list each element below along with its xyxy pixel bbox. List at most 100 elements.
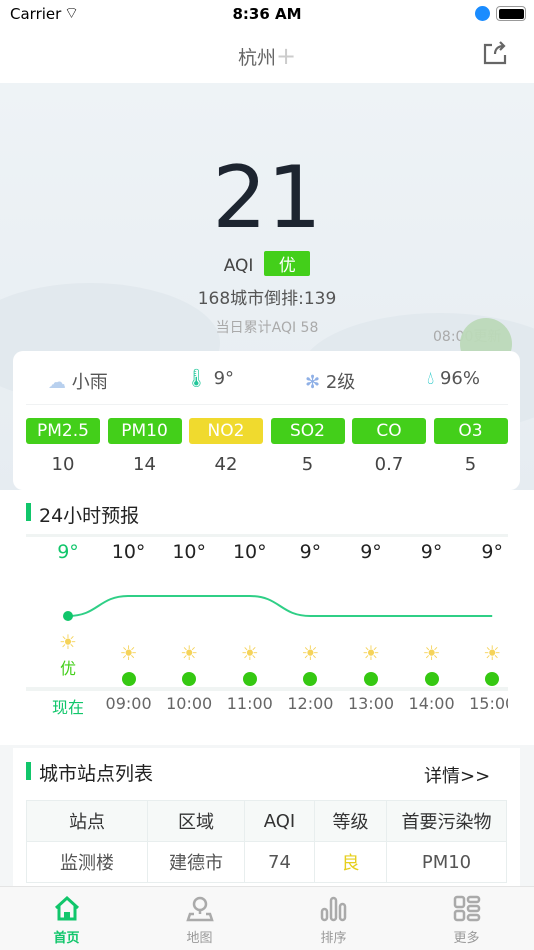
station-list-card: 城市站点列表 详情>> 站点 区域 AQI 等级 首要污染物 监测楼 建德市 7… xyxy=(13,748,520,888)
grid-icon xyxy=(453,895,480,922)
pollutant-value: 5 xyxy=(464,454,477,475)
aqi-level-row: AQI 优 xyxy=(0,251,534,276)
city-selector[interactable]: 杭州+ xyxy=(0,42,534,70)
droplet-icon: 💧︎ xyxy=(427,368,435,389)
aqi-value: 21 xyxy=(212,148,322,248)
pollutant-badge[interactable]: O3 xyxy=(433,418,508,444)
aqi-dot xyxy=(364,672,378,686)
sun-icon: ☀ xyxy=(180,641,199,665)
home-icon xyxy=(54,895,79,921)
weather-condition: ☁ 小雨 xyxy=(48,368,108,394)
hour-label: 15:00 xyxy=(469,694,508,713)
location-icon xyxy=(475,6,490,21)
pollutant-value: 5 xyxy=(301,454,314,475)
status-bar: Carrier ⌔ 8:36 AM xyxy=(0,0,534,30)
humidity: 💧︎ 96% xyxy=(427,368,480,389)
map-pin-icon xyxy=(185,896,214,922)
sun-icon: ☀ xyxy=(362,641,380,665)
hour-temp: 10° xyxy=(172,541,207,563)
pollutant-badge[interactable]: PM2.5 xyxy=(26,418,100,444)
sun-icon: ☀ xyxy=(483,641,502,665)
tab-label: 更多 xyxy=(453,931,480,946)
hour-label: 10:00 xyxy=(166,694,213,713)
sun-icon: ☀ xyxy=(240,641,259,665)
hour-label: 11:00 xyxy=(226,694,273,713)
hour-temp: 9° xyxy=(420,541,443,563)
hour-label: 14:00 xyxy=(408,694,455,713)
humidity-text: 96% xyxy=(439,368,480,389)
station-name: 监测楼 xyxy=(26,841,148,883)
city-name: 杭州 xyxy=(237,47,276,69)
pollutant-badge[interactable]: PM10 xyxy=(107,418,182,444)
wind-icon: ✻ xyxy=(305,372,321,393)
hour-label: 13:00 xyxy=(347,694,395,713)
pollutant-badge[interactable]: CO xyxy=(352,418,426,444)
pollutant-badge[interactable]: NO2 xyxy=(189,418,263,444)
header-aqi: AQI xyxy=(244,800,315,842)
sun-icon: ☀ xyxy=(422,641,441,665)
tab-label: 排序 xyxy=(320,931,347,946)
hour-temp: 9° xyxy=(481,541,503,563)
condition-text: 小雨 xyxy=(71,372,108,393)
aqi-label: AQI xyxy=(223,256,254,276)
station-area: 建德市 xyxy=(147,841,245,883)
hour-temp: 9° xyxy=(360,541,382,563)
thermometer-icon: 🌡︎ xyxy=(185,368,208,389)
tab-more[interactable]: 更多 xyxy=(400,895,533,946)
hour-temp: 10° xyxy=(232,541,267,563)
temp-text: 9° xyxy=(213,368,235,389)
pollutant-value: 0.7 xyxy=(374,454,404,475)
aqi-dot xyxy=(121,672,136,686)
share-icon[interactable] xyxy=(482,40,508,66)
tab-ranking[interactable]: 排序 xyxy=(267,895,400,946)
aqi-level-badge: 优 xyxy=(264,251,311,276)
sun-icon: ☀ xyxy=(119,641,138,665)
pollutant-value: 42 xyxy=(214,454,238,475)
forecast-section: 24小时预报 9° ☀ 优 现在 10° ☀ 09:00 10° ☀ 10:00 10… xyxy=(0,490,534,745)
tab-label: 首页 xyxy=(53,931,80,946)
table-header: 站点 区域 AQI 等级 首要污染物 xyxy=(26,800,507,842)
city-rank[interactable]: 168城市倒排:139 xyxy=(0,284,534,309)
header-level: 等级 xyxy=(314,800,387,842)
bar-chart-icon xyxy=(320,896,346,922)
aqi-level: 优 xyxy=(59,659,76,678)
tab-bar: 首页 地图 排序 更多 xyxy=(0,886,534,950)
wind: ✻ 2级 xyxy=(305,368,355,394)
aqi-dot xyxy=(424,672,439,686)
clock: 8:36 AM xyxy=(232,5,302,23)
pollutant-value: 14 xyxy=(133,454,156,475)
station-aqi: 74 xyxy=(244,841,315,883)
pollutant-value: 10 xyxy=(51,454,75,475)
nav-bar: 杭州+ xyxy=(0,30,534,83)
aqi-dot xyxy=(242,672,257,686)
stations-title: 城市站点列表 xyxy=(39,763,154,785)
header-station: 站点 xyxy=(26,800,148,842)
sun-icon: ☀ xyxy=(59,630,77,654)
hour-label: 09:00 xyxy=(105,694,152,713)
tab-label: 地图 xyxy=(186,931,213,946)
sun-icon: ☀ xyxy=(301,641,320,665)
details-link[interactable]: 详情>> xyxy=(424,762,490,788)
tab-map[interactable]: 地图 xyxy=(133,895,266,946)
hour-label: 现在 xyxy=(51,698,84,717)
wind-text: 2级 xyxy=(325,372,356,393)
section-marker xyxy=(26,503,31,521)
forecast-scroller[interactable]: 9° ☀ 优 现在 10° ☀ 09:00 10° ☀ 10:00 10° ☀ 11:… xyxy=(26,535,508,735)
pollutant-badge[interactable]: SO2 xyxy=(270,418,345,444)
temp-line xyxy=(67,595,493,617)
hour-temp: 10° xyxy=(111,541,146,563)
hour-label: 12:00 xyxy=(287,694,334,713)
forecast-title: 24小时预报 xyxy=(39,505,140,527)
divider xyxy=(26,404,508,405)
add-city-icon[interactable]: + xyxy=(276,42,296,70)
battery-icon xyxy=(496,6,526,21)
rain-cloud-icon: ☁ xyxy=(48,372,66,393)
table-row[interactable]: 监测楼 建德市 74 良 PM10 xyxy=(26,841,507,883)
hour-temp: 9° xyxy=(57,541,79,563)
conditions-card: ☁ 小雨 🌡︎ 9° ✻ 2级 💧︎ 96% PM2.5 10 PM10 14 NO2 4… xyxy=(13,351,520,490)
current-point xyxy=(63,611,73,621)
header-area: 区域 xyxy=(147,800,245,842)
tab-home[interactable]: 首页 xyxy=(0,895,133,946)
hour-temp: 9° xyxy=(299,541,322,563)
station-level: 良 xyxy=(314,841,387,883)
